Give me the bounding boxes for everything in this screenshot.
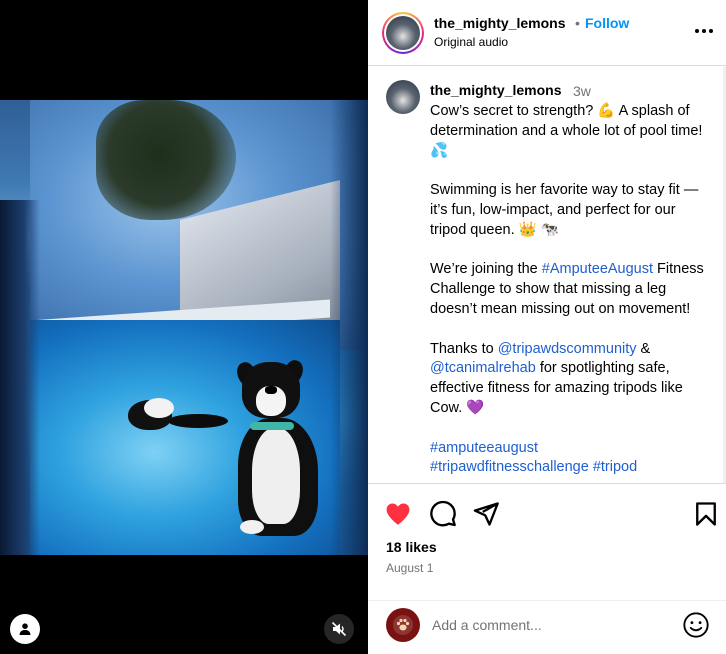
emoji-picker-button[interactable] [682, 611, 710, 639]
caption-text: Cow’s secret to strength? 💪 A splash of … [430, 102, 714, 483]
share-button[interactable] [472, 500, 500, 528]
volume-muted-icon [331, 621, 347, 637]
share-icon [473, 502, 499, 526]
user-tag-button[interactable] [10, 614, 40, 644]
hashtag-link[interactable]: #tripawdfitnesschallenge #tripod [430, 459, 637, 475]
post-panel: the_mighty_lemons • Follow Original audi… [368, 0, 726, 654]
caption-paragraph: We’re joining the #AmputeeAugust Fitness… [430, 261, 704, 317]
post-date[interactable]: August 1 [386, 561, 433, 575]
caption-timestamp[interactable]: 3w [573, 83, 591, 99]
likes-count[interactable]: 18 likes [386, 539, 437, 555]
video-motion-blur [0, 200, 40, 555]
comment-input[interactable] [432, 613, 672, 637]
author-avatar[interactable] [382, 12, 424, 54]
paw-print-icon [393, 615, 413, 635]
caption-author-username[interactable]: the_mighty_lemons [430, 82, 561, 98]
more-horizontal-icon [695, 29, 713, 33]
caption-paragraph: #amputeeaugust #tripawdfitnesschallenge #… [430, 439, 714, 479]
save-button[interactable] [692, 500, 720, 528]
more-options-button[interactable] [694, 18, 714, 39]
comment-button[interactable] [429, 500, 457, 528]
caption-paragraph: Cow’s secret to strength? 💪 A splash of … [430, 103, 703, 159]
caption-scroll-area[interactable]: the_mighty_lemons 3w Cow’s secret to str… [368, 67, 726, 483]
comment-bar [368, 600, 726, 654]
comment-icon [430, 500, 456, 527]
post-media[interactable] [0, 0, 368, 654]
user-tag-icon [19, 623, 31, 635]
hashtag-link[interactable]: #AmputeeAugust [542, 261, 653, 277]
emoji-smile-icon [683, 612, 709, 638]
follow-button[interactable]: Follow [585, 15, 629, 31]
caption-paragraph: Swimming is her favorite way to stay fit… [430, 182, 699, 238]
heart-filled-icon [386, 503, 410, 525]
mention-link[interactable]: @tcanimalrehab [430, 360, 536, 376]
post-header: the_mighty_lemons • Follow Original audi… [368, 0, 726, 66]
viewer-avatar[interactable] [386, 608, 420, 642]
mute-toggle-button[interactable] [324, 614, 354, 644]
hashtag-link[interactable]: #amputeeaugust [430, 440, 538, 456]
video-motion-blur-right [330, 100, 368, 555]
caption-author-avatar[interactable] [386, 80, 420, 114]
audio-link[interactable]: Original audio [434, 35, 508, 49]
swimming-dog [128, 392, 228, 430]
header-separator: • [575, 15, 580, 31]
sitting-dog [234, 356, 334, 538]
mention-link[interactable]: @tripawdscommunity [498, 341, 637, 357]
bookmark-icon [696, 502, 716, 526]
author-username[interactable]: the_mighty_lemons [434, 15, 565, 31]
like-button[interactable] [384, 500, 412, 528]
video-frame[interactable] [0, 100, 368, 555]
post-actions: 18 likes August 1 [368, 483, 726, 654]
caption-paragraph: Thanks to @tripawdscommunity & @tcanimal… [430, 340, 683, 416]
